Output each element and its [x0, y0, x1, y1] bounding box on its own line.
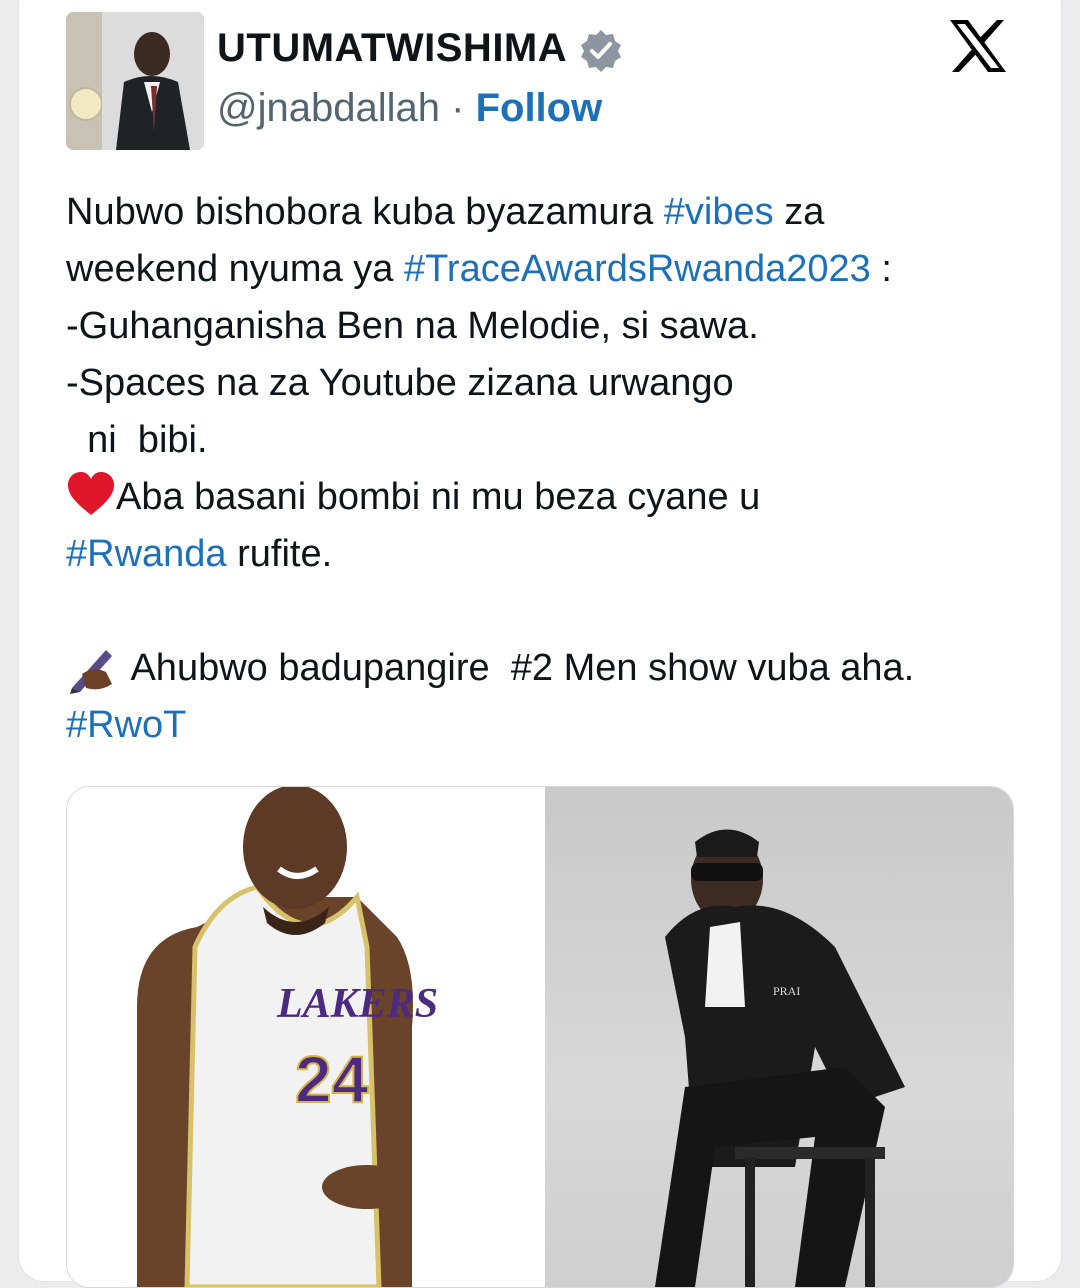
tweet-line-1: Nubwo bishobora kuba byazamura #vibes za [66, 184, 1026, 241]
hashtag-vibes[interactable]: #vibes [664, 191, 774, 233]
tweet-line-7: #Rwanda rufite. [66, 526, 1026, 583]
photo-right-illustration: PRAI [655, 829, 905, 1287]
handle-row: @jnabdallah · Follow [217, 86, 602, 131]
x-logo-icon[interactable] [946, 14, 1010, 78]
tweet-text: Nubwo bishobora kuba byazamura #vibes za… [66, 184, 1026, 754]
hashtag-trace-awards[interactable]: #TraceAwardsRwanda2023 [404, 248, 871, 290]
tweet-text-segment: weekend nyuma ya [66, 248, 404, 290]
photo-basketball-jersey[interactable]: LAKERS 24 [67, 787, 543, 1287]
separator: · [451, 86, 465, 130]
tweet-line-5: ni bibi. [66, 419, 208, 461]
heart-emoji-icon [66, 471, 116, 517]
jersey-brand: LAKERS [276, 981, 438, 1027]
display-name[interactable]: UTUMATWISHIMA [217, 26, 567, 71]
hashtag-rwot[interactable]: #RwoT [66, 704, 186, 746]
tweet-text-segment: rufite. [226, 533, 333, 575]
tweet-line-8: Ahubwo badupangire #2 Men show vuba aha. [66, 640, 1026, 697]
handle[interactable]: @jnabdallah [217, 86, 440, 130]
photo-seated-man[interactable]: PRAI [545, 787, 1013, 1287]
follow-button[interactable]: Follow [476, 86, 603, 130]
tweet-line-3: -Guhanganisha Ben na Melodie, si sawa. [66, 305, 759, 347]
tweet-line-6: Aba basani bombi ni mu beza cyane u [66, 469, 1026, 526]
avatar[interactable] [66, 12, 204, 150]
verified-badge-icon [578, 28, 624, 74]
hashtag-rwanda[interactable]: #Rwanda [66, 533, 227, 575]
jacket-label: PRAI [773, 984, 800, 998]
tweet-line-2: weekend nyuma ya #TraceAwardsRwanda2023 … [66, 241, 1026, 298]
tweet-text-segment: : [870, 248, 892, 290]
tweet-text-segment: Nubwo bishobora kuba byazamura [66, 191, 664, 233]
avatar-photo [66, 12, 204, 150]
tweet-text-segment: Ahubwo badupangire #2 Men show vuba aha. [122, 647, 915, 689]
writing-hand-emoji-icon [66, 644, 122, 694]
tweet-media[interactable]: LAKERS 24 PRAI [66, 786, 1014, 1288]
tweet-line-9: #RwoT [66, 697, 1026, 754]
jersey-number: 24 [295, 1042, 369, 1116]
tweet-text-segment: za [773, 191, 825, 233]
photo-left-illustration: LAKERS 24 [67, 787, 543, 1287]
tweet-text-segment: Aba basani bombi ni mu beza cyane u [116, 476, 761, 518]
tweet-line-4: -Spaces na za Youtube zizana urwango [66, 362, 734, 404]
